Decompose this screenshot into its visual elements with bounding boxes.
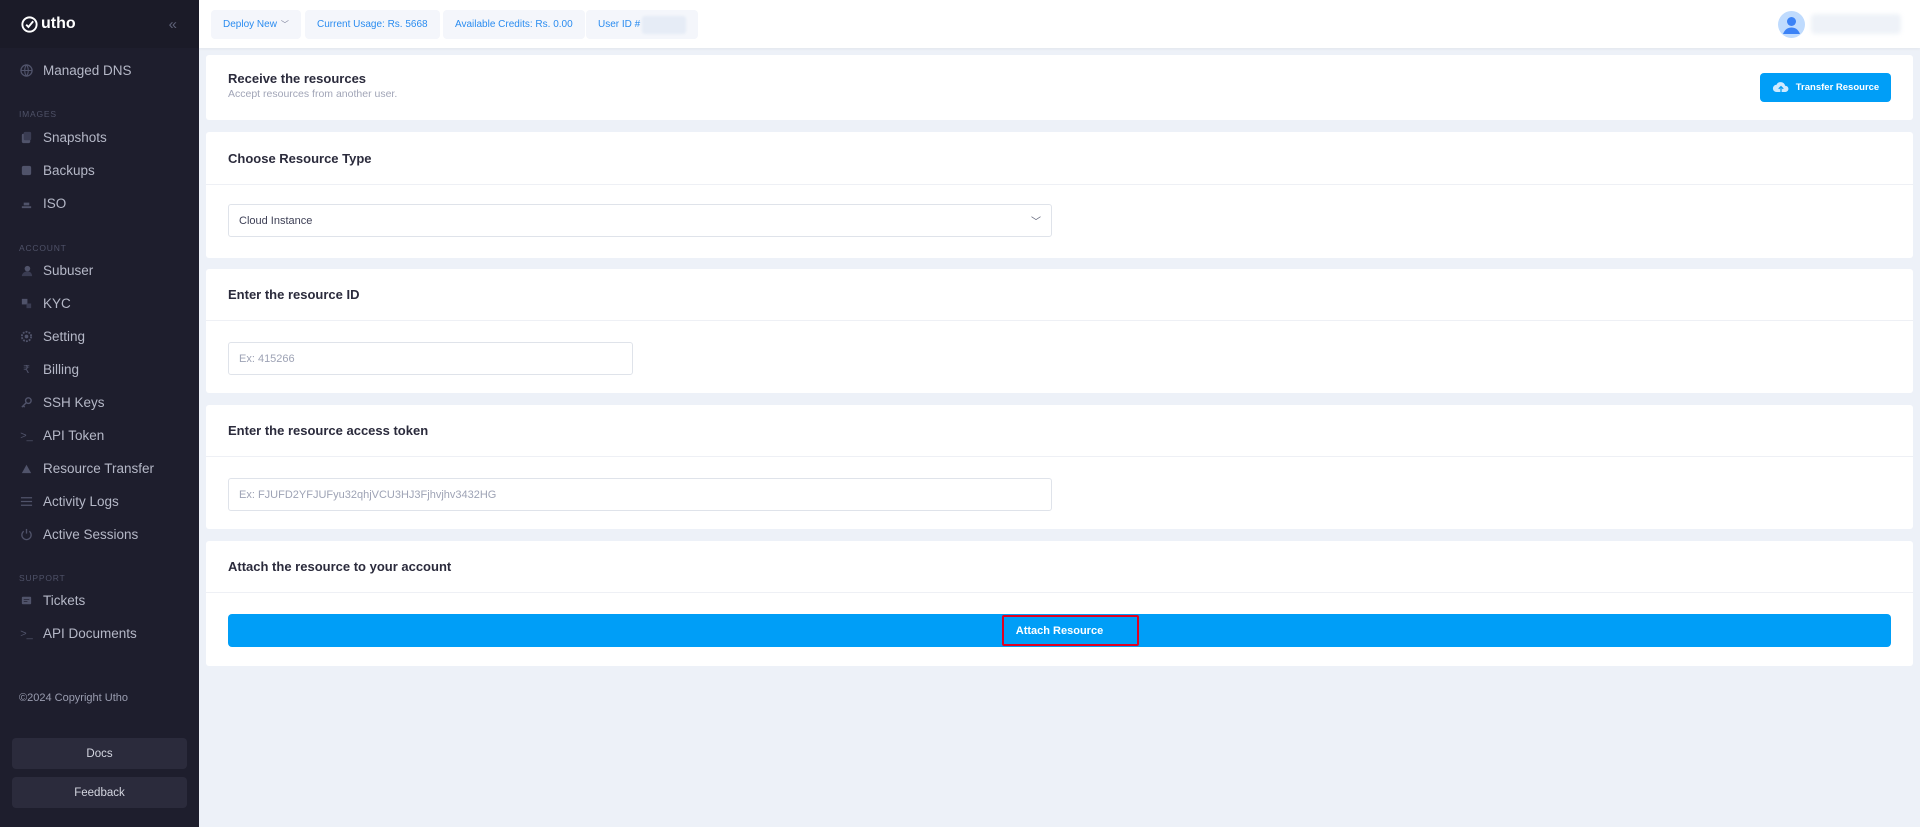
power-icon: [20, 528, 33, 541]
sidebar-item-resource-transfer[interactable]: Resource Transfer: [0, 452, 199, 485]
collapse-sidebar-icon[interactable]: «: [169, 16, 177, 33]
sidebar-item-tickets[interactable]: Tickets: [0, 584, 199, 617]
resource-type-title: Choose Resource Type: [206, 132, 1913, 185]
sidebar: utho « Managed DNS IMAGES Snapshots Back…: [0, 0, 199, 827]
deploy-new-dropdown[interactable]: Deploy New ﹀: [211, 10, 301, 39]
attach-title: Attach the resource to your account: [206, 541, 1913, 593]
attach-resource-card: Attach the resource to your account Atta…: [206, 541, 1913, 666]
sidebar-item-billing[interactable]: ₹ Billing: [0, 353, 199, 386]
sidebar-item-active-sessions[interactable]: Active Sessions: [0, 518, 199, 551]
resource-id-card: Enter the resource ID: [206, 269, 1913, 393]
sidebar-item-snapshots[interactable]: Snapshots: [0, 121, 199, 154]
sidebar-item-label: Subuser: [43, 263, 94, 278]
globe-icon: [20, 64, 33, 77]
sidebar-item-label: API Documents: [43, 626, 137, 641]
current-usage-label: Current Usage: Rs. 5668: [317, 19, 428, 30]
section-label-account: ACCOUNT: [19, 243, 67, 253]
transfer-resource-label: Transfer Resource: [1795, 82, 1880, 93]
receive-subtitle: Accept resources from another user.: [228, 88, 398, 100]
topbar: Deploy New ﹀ Current Usage: Rs. 5668 Ava…: [199, 0, 1920, 48]
sidebar-item-setting[interactable]: Setting: [0, 320, 199, 353]
sidebar-item-api-token[interactable]: >_ API Token: [0, 419, 199, 452]
kyc-icon: [20, 297, 33, 310]
section-label-images: IMAGES: [19, 109, 57, 119]
sidebar-item-subuser[interactable]: Subuser: [0, 254, 199, 287]
user-id-chip[interactable]: User ID #: [586, 10, 699, 39]
brand-bar: utho «: [0, 0, 199, 48]
ticket-icon: [20, 594, 33, 607]
receive-resources-card: Receive the resources Accept resources f…: [206, 55, 1913, 120]
access-token-input[interactable]: [228, 478, 1052, 511]
sidebar-item-backups[interactable]: Backups: [0, 154, 199, 187]
cloud-upload-icon: [1772, 82, 1789, 93]
sidebar-item-label: Snapshots: [43, 130, 107, 145]
transfer-icon: [20, 462, 33, 475]
sidebar-item-activity-logs[interactable]: Activity Logs: [0, 485, 199, 518]
sidebar-item-label: API Token: [43, 428, 105, 443]
sidebar-item-label: Billing: [43, 362, 80, 377]
user-id-label: User ID #: [598, 19, 641, 30]
sidebar-item-label: Setting: [43, 329, 86, 344]
docs-button[interactable]: Docs: [12, 738, 187, 769]
feedback-button[interactable]: Feedback: [12, 777, 187, 808]
sidebar-item-label: Active Sessions: [43, 527, 139, 542]
sidebar-item-label: Resource Transfer: [43, 461, 155, 476]
user-name-redacted: [1811, 14, 1901, 34]
sidebar-item-iso[interactable]: ISO: [0, 187, 199, 220]
utho-logo-icon: [21, 15, 38, 33]
chevron-down-icon: ﹀: [1031, 217, 1041, 228]
current-usage-chip[interactable]: Current Usage: Rs. 5668: [305, 10, 440, 39]
brand-name: utho: [41, 15, 76, 32]
section-label-support: SUPPORT: [19, 573, 66, 583]
terminal-icon: >_: [20, 429, 33, 442]
available-credits-label: Available Credits: Rs. 0.00: [455, 19, 573, 30]
access-token-title: Enter the resource access token: [206, 405, 1913, 457]
sidebar-item-label: SSH Keys: [43, 395, 105, 410]
sidebar-item-kyc[interactable]: KYC: [0, 287, 199, 320]
user-id-redacted: [642, 15, 687, 34]
brand-logo[interactable]: utho: [20, 15, 76, 34]
sidebar-item-label: Backups: [43, 163, 95, 178]
sidebar-item-label: KYC: [43, 296, 71, 311]
resource-id-title: Enter the resource ID: [206, 269, 1913, 321]
key-icon: [20, 396, 33, 409]
receive-title: Receive the resources: [228, 71, 367, 86]
sliders-icon: [20, 495, 33, 508]
sidebar-item-managed-dns[interactable]: Managed DNS: [0, 54, 199, 87]
sidebar-item-label: Activity Logs: [43, 494, 119, 509]
sidebar-item-api-documents[interactable]: >_ API Documents: [0, 617, 199, 650]
iso-icon: [20, 197, 33, 210]
terminal-icon: >_: [20, 627, 33, 640]
rupee-icon: ₹: [23, 364, 30, 376]
resource-type-select[interactable]: Cloud Instance ﹀: [228, 204, 1052, 237]
access-token-card: Enter the resource access token: [206, 405, 1913, 529]
sidebar-item-label: Managed DNS: [43, 63, 132, 78]
available-credits-chip[interactable]: Available Credits: Rs. 0.00: [443, 10, 585, 39]
resource-type-card: Choose Resource Type Cloud Instance ﹀: [206, 132, 1913, 258]
resource-type-selected: Cloud Instance: [239, 214, 313, 227]
user-avatar-icon: [1778, 11, 1805, 38]
copyright-text: ©2024 Copyright Utho: [19, 692, 129, 704]
chevron-down-icon: ﹀: [280, 20, 289, 29]
snapshot-icon: [20, 131, 33, 144]
attach-button-highlight: [1002, 615, 1139, 646]
gear-icon: [20, 330, 33, 343]
subuser-icon: [20, 264, 33, 277]
deploy-new-label: Deploy New: [223, 19, 277, 30]
resource-id-input[interactable]: [228, 342, 633, 375]
sidebar-item-ssh-keys[interactable]: SSH Keys: [0, 386, 199, 419]
sidebar-item-label: ISO: [43, 196, 67, 211]
transfer-resource-button[interactable]: Transfer Resource: [1760, 73, 1891, 102]
sidebar-item-label: Tickets: [43, 593, 86, 608]
backup-icon: [20, 164, 33, 177]
avatar[interactable]: [1778, 11, 1805, 38]
